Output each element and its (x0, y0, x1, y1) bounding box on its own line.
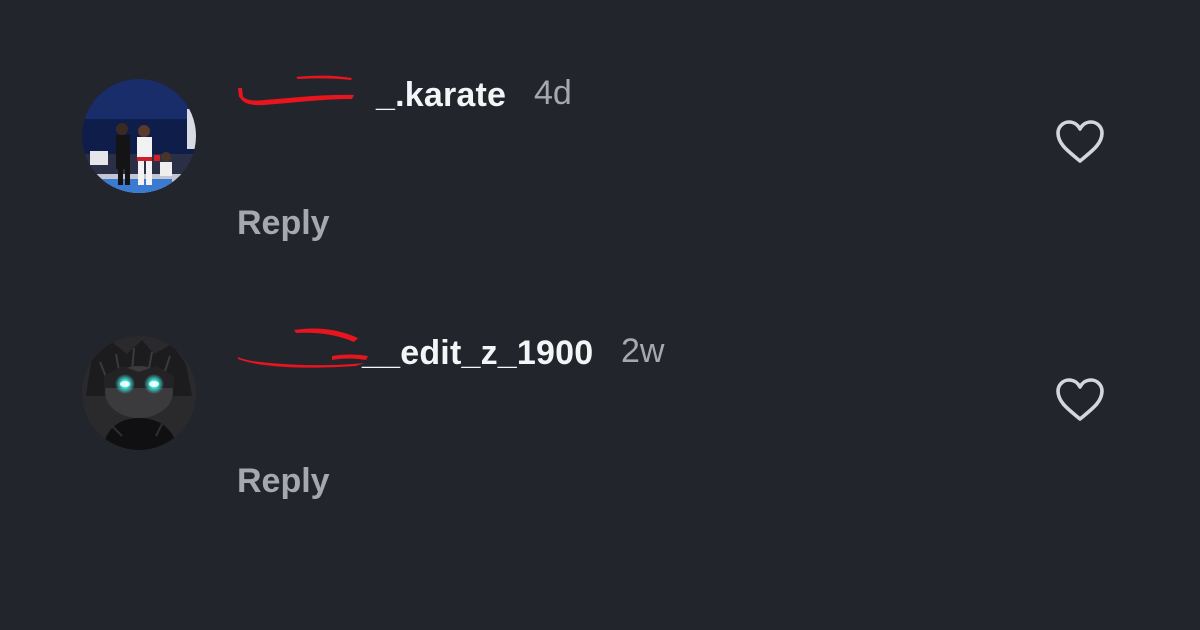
anime-avatar-image (82, 336, 196, 450)
like-button[interactable] (1054, 377, 1106, 423)
comment-item: __edit_z_1900 2w Reply (0, 258, 1200, 508)
like-button[interactable] (1054, 119, 1106, 165)
reply-button[interactable]: Reply (237, 462, 330, 501)
user-avatar[interactable] (82, 79, 196, 193)
comment-timestamp: 2w (621, 332, 665, 370)
comment-item: _.karate 4d Reply (0, 0, 1200, 250)
redaction-scribble (238, 75, 354, 106)
heart-outline-icon (1056, 120, 1104, 163)
comment-username[interactable]: _.karate (376, 76, 506, 115)
reply-button[interactable]: Reply (237, 204, 330, 243)
comment-username[interactable]: __edit_z_1900 (362, 334, 593, 373)
redaction-scribble (238, 328, 368, 368)
heart-outline-icon (1056, 378, 1104, 421)
user-avatar[interactable] (82, 336, 196, 450)
karate-avatar-image (82, 79, 196, 193)
comment-timestamp: 4d (534, 74, 572, 112)
